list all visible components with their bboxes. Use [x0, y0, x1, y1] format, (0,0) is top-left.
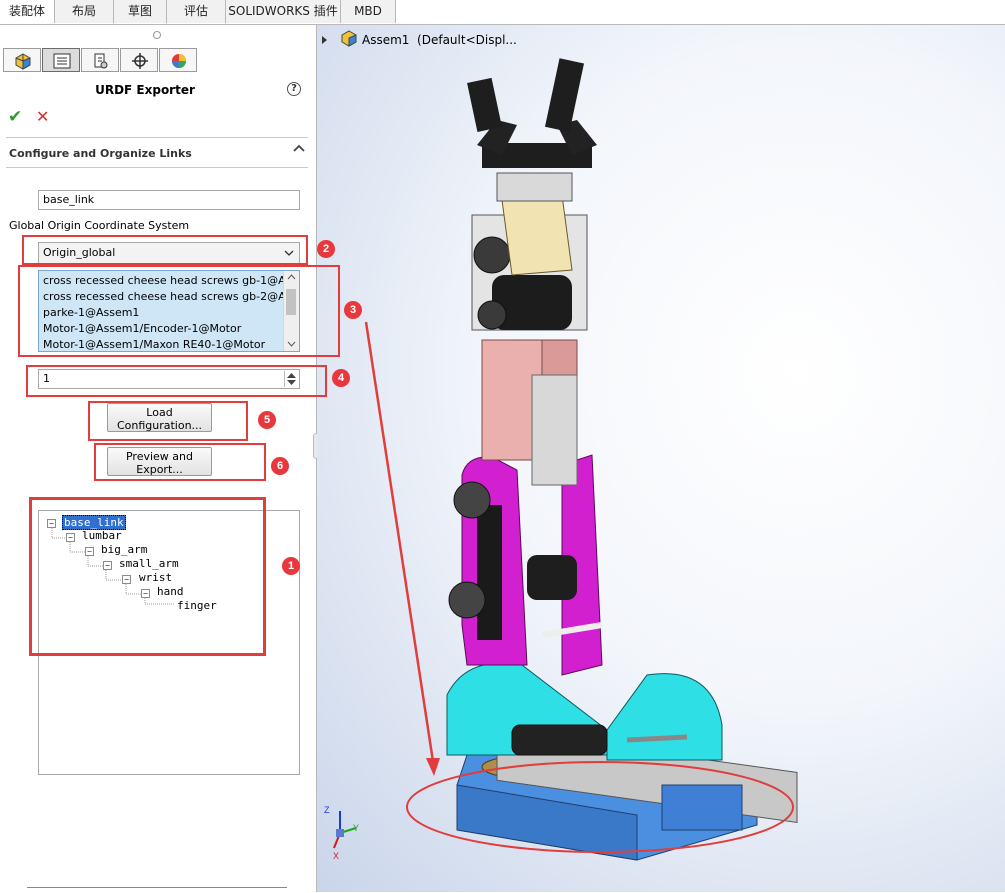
annotation-ellipse [406, 761, 794, 853]
annotation-arrow [364, 321, 436, 769]
annotation-overlay [364, 321, 794, 853]
annotation-arrowhead [426, 758, 440, 776]
